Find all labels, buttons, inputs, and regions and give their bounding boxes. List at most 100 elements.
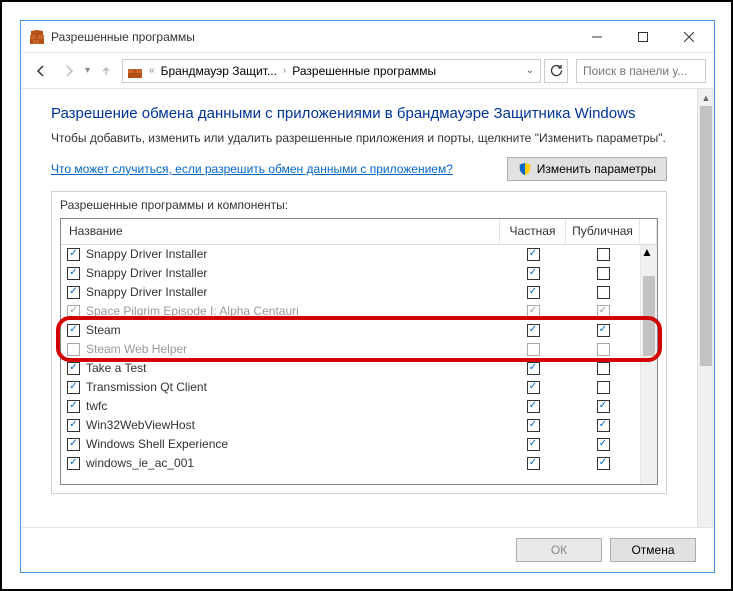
table-row[interactable]: Windows Shell Experience — [61, 435, 640, 454]
scroll-thumb[interactable] — [643, 276, 655, 356]
row-public-checkbox[interactable] — [597, 381, 610, 394]
content-scrollbar[interactable]: ▲ — [697, 89, 714, 527]
row-public-checkbox[interactable] — [597, 362, 610, 375]
close-button[interactable] — [666, 22, 712, 52]
allowed-apps-list[interactable]: Название Частная Публичная Snappy Driver… — [60, 218, 658, 485]
search-input[interactable] — [583, 64, 699, 78]
row-enable-checkbox[interactable] — [67, 324, 80, 337]
firewall-allowed-apps-window: Разрешенные программы ▾ « Брандмауэр Защ… — [20, 20, 715, 573]
row-public-checkbox[interactable] — [597, 286, 610, 299]
breadcrumb-separator-icon: › — [283, 65, 286, 76]
back-button[interactable] — [29, 59, 53, 83]
row-enable-checkbox[interactable] — [67, 438, 80, 451]
group-title: Разрешенные программы и компоненты: — [52, 192, 666, 218]
row-private-checkbox[interactable] — [527, 267, 540, 280]
minimize-button[interactable] — [574, 22, 620, 52]
row-public-checkbox[interactable] — [597, 400, 610, 413]
row-private-cell — [500, 305, 566, 318]
column-public[interactable]: Публичная — [566, 219, 640, 244]
recent-locations-icon[interactable]: ▾ — [85, 65, 90, 76]
scroll-up-icon[interactable]: ▲ — [641, 245, 657, 259]
row-enable-checkbox[interactable] — [67, 305, 80, 318]
row-private-checkbox[interactable] — [527, 381, 540, 394]
row-enable-checkbox[interactable] — [67, 343, 80, 356]
table-row[interactable]: twfc — [61, 397, 640, 416]
list-scrollbar[interactable]: ▲ — [640, 245, 657, 484]
up-button[interactable] — [94, 59, 118, 83]
row-name: Steam — [86, 323, 500, 337]
row-enable-checkbox[interactable] — [67, 457, 80, 470]
row-private-cell — [500, 400, 566, 413]
row-public-checkbox[interactable] — [597, 267, 610, 280]
table-row[interactable]: Snappy Driver Installer — [61, 283, 640, 302]
row-name: Snappy Driver Installer — [86, 247, 500, 261]
scroll-thumb[interactable] — [700, 106, 712, 366]
table-row[interactable]: Take a Test — [61, 359, 640, 378]
row-private-checkbox[interactable] — [527, 248, 540, 261]
row-private-checkbox[interactable] — [527, 305, 540, 318]
row-private-cell — [500, 457, 566, 470]
table-row[interactable]: Snappy Driver Installer — [61, 264, 640, 283]
table-row[interactable]: Win32WebViewHost — [61, 416, 640, 435]
row-public-cell — [566, 286, 640, 299]
row-public-cell — [566, 457, 640, 470]
cancel-button[interactable]: Отмена — [610, 538, 696, 562]
row-enable-checkbox[interactable] — [67, 419, 80, 432]
breadcrumb-part-1[interactable]: Брандмауэр Защит... — [161, 64, 277, 78]
list-header: Название Частная Публичная — [61, 219, 657, 245]
table-row[interactable]: Snappy Driver Installer — [61, 245, 640, 264]
shield-icon — [518, 162, 532, 176]
row-enable-checkbox[interactable] — [67, 362, 80, 375]
table-row[interactable]: Steam Web Helper — [61, 340, 640, 359]
row-public-checkbox[interactable] — [597, 305, 610, 318]
breadcrumb-part-2[interactable]: Разрешенные программы — [292, 64, 436, 78]
row-private-cell — [500, 324, 566, 337]
navbar: ▾ « Брандмауэр Защит... › Разрешенные пр… — [21, 53, 714, 89]
risks-link[interactable]: Что может случиться, если разрешить обме… — [51, 162, 453, 176]
row-public-checkbox[interactable] — [597, 419, 610, 432]
row-private-cell — [500, 419, 566, 432]
row-private-checkbox[interactable] — [527, 324, 540, 337]
change-settings-button[interactable]: Изменить параметры — [507, 157, 667, 181]
row-public-checkbox[interactable] — [597, 438, 610, 451]
row-enable-checkbox[interactable] — [67, 248, 80, 261]
maximize-button[interactable] — [620, 22, 666, 52]
column-private[interactable]: Частная — [500, 219, 566, 244]
row-private-cell — [500, 343, 566, 356]
row-private-checkbox[interactable] — [527, 362, 540, 375]
row-private-checkbox[interactable] — [527, 438, 540, 451]
row-private-checkbox[interactable] — [527, 400, 540, 413]
row-enable-checkbox[interactable] — [67, 400, 80, 413]
window-title: Разрешенные программы — [51, 30, 195, 44]
scroll-up-icon[interactable]: ▲ — [698, 89, 714, 106]
row-name: Windows Shell Experience — [86, 437, 500, 451]
row-private-checkbox[interactable] — [527, 457, 540, 470]
refresh-button[interactable] — [544, 59, 568, 83]
address-bar[interactable]: « Брандмауэр Защит... › Разрешенные прог… — [122, 59, 541, 83]
table-row[interactable]: windows_ie_ac_001 — [61, 454, 640, 473]
row-private-checkbox[interactable] — [527, 343, 540, 356]
table-row[interactable]: Space Pilgrim Episode I: Alpha Centauri — [61, 302, 640, 321]
row-name: windows_ie_ac_001 — [86, 456, 500, 470]
search-box[interactable] — [576, 59, 706, 83]
dialog-footer: ОК Отмена — [21, 527, 714, 572]
row-public-checkbox[interactable] — [597, 343, 610, 356]
row-public-checkbox[interactable] — [597, 324, 610, 337]
row-public-checkbox[interactable] — [597, 457, 610, 470]
row-enable-checkbox[interactable] — [67, 267, 80, 280]
row-private-checkbox[interactable] — [527, 419, 540, 432]
column-name[interactable]: Название — [61, 219, 500, 244]
ok-button[interactable]: ОК — [516, 538, 602, 562]
row-public-checkbox[interactable] — [597, 248, 610, 261]
row-public-cell — [566, 305, 640, 318]
row-public-cell — [566, 324, 640, 337]
forward-button[interactable] — [57, 59, 81, 83]
row-enable-checkbox[interactable] — [67, 381, 80, 394]
change-settings-label: Изменить параметры — [537, 162, 656, 176]
table-row[interactable]: Steam — [61, 321, 640, 340]
address-dropdown-icon[interactable]: ⌄ — [524, 65, 536, 76]
table-row[interactable]: Transmission Qt Client — [61, 378, 640, 397]
row-enable-checkbox[interactable] — [67, 286, 80, 299]
row-private-checkbox[interactable] — [527, 286, 540, 299]
row-name: Take a Test — [86, 361, 500, 375]
